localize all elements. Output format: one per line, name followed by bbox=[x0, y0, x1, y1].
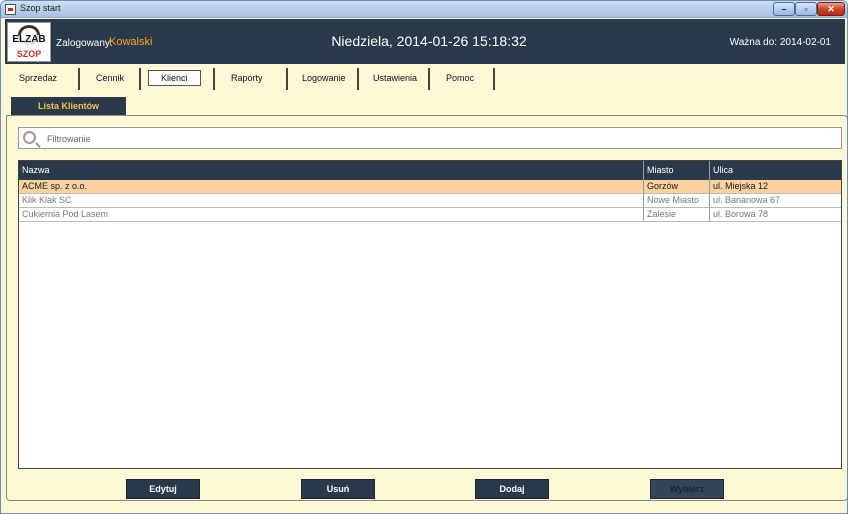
menu-item-raporty[interactable]: Raporty bbox=[231, 73, 263, 83]
menu-item-cennik[interactable]: Cennik bbox=[96, 73, 124, 83]
menu-item-logowanie[interactable]: Logowanie bbox=[302, 73, 346, 83]
cell-name: Cukiernia Pod Lasem bbox=[22, 209, 109, 219]
filter-input[interactable] bbox=[47, 132, 827, 145]
menu-item-sprzedaz[interactable]: Sprzedaż bbox=[19, 73, 57, 83]
app-header: ELZAB SZOP Zalogowany: Kowalski Niedziel… bbox=[5, 19, 845, 64]
menu-separator bbox=[493, 68, 495, 90]
column-header-street[interactable]: Ulica bbox=[709, 161, 841, 180]
cell-name: ACME sp. z o.o. bbox=[22, 181, 88, 191]
filter-box[interactable] bbox=[18, 127, 842, 149]
table-row[interactable]: Cukiernia Pod Lasem Zalesie ul. Borowa 7… bbox=[19, 208, 841, 222]
add-button[interactable]: Dodaj bbox=[475, 479, 549, 499]
app-window: Szop start – ▫ ✕ ELZAB SZOP Zalogowany: … bbox=[0, 0, 848, 514]
window-title: Szop start bbox=[20, 3, 61, 13]
menu-separator bbox=[139, 68, 141, 90]
column-header-city[interactable]: Miasto bbox=[643, 161, 709, 180]
cell-street: ul. Bananowa 67 bbox=[709, 194, 841, 207]
menu-item-pomoc[interactable]: Pomoc bbox=[446, 73, 474, 83]
cell-city: Nowe Miasto bbox=[643, 194, 709, 207]
delete-button[interactable]: Usuń bbox=[301, 479, 375, 499]
menu-separator bbox=[213, 68, 215, 90]
select-button[interactable]: Wybierz bbox=[650, 479, 724, 499]
cell-street: ul. Borowa 78 bbox=[709, 208, 841, 221]
maximize-button[interactable]: ▫ bbox=[795, 2, 817, 16]
menu-item-ustawienia[interactable]: Ustawienia bbox=[373, 73, 417, 83]
license-valid-until: Ważna do: 2014-02-01 bbox=[729, 37, 831, 48]
cell-city: Gorzów bbox=[643, 180, 709, 193]
search-icon bbox=[23, 131, 36, 144]
menu-item-klienci[interactable]: Klienci bbox=[148, 70, 201, 86]
cell-street: ul. Miejska 12 bbox=[709, 180, 841, 193]
close-button[interactable]: ✕ bbox=[817, 2, 845, 16]
cell-name: Klik Klak SC bbox=[22, 195, 72, 205]
menu-separator bbox=[357, 68, 359, 90]
app-icon bbox=[5, 4, 16, 15]
main-menu: Sprzedaż Cennik Klienci Raporty Logowani… bbox=[5, 64, 845, 94]
edit-button[interactable]: Edytuj bbox=[126, 479, 200, 499]
minimize-button[interactable]: – bbox=[773, 2, 795, 16]
cell-city: Zalesie bbox=[643, 208, 709, 221]
menu-separator bbox=[286, 68, 288, 90]
table-header: Nazwa Miasto Ulica bbox=[19, 161, 841, 180]
column-header-name[interactable]: Nazwa bbox=[19, 161, 643, 180]
tab-client-list[interactable]: Lista Klientów bbox=[11, 97, 126, 115]
menu-separator bbox=[78, 68, 80, 90]
current-datetime: Niedziela, 2014-01-26 15:18:32 bbox=[331, 33, 527, 49]
logo-subtext: SZOP bbox=[16, 49, 42, 59]
menu-separator bbox=[428, 68, 430, 90]
title-bar[interactable]: Szop start – ▫ ✕ bbox=[1, 1, 847, 18]
table-row[interactable]: Klik Klak SC Nowe Miasto ul. Bananowa 67 bbox=[19, 194, 841, 208]
clients-table: Nazwa Miasto Ulica ACME sp. z o.o. Gorzó… bbox=[18, 160, 842, 469]
table-row[interactable]: ACME sp. z o.o. Gorzów ul. Miejska 12 bbox=[19, 180, 841, 194]
